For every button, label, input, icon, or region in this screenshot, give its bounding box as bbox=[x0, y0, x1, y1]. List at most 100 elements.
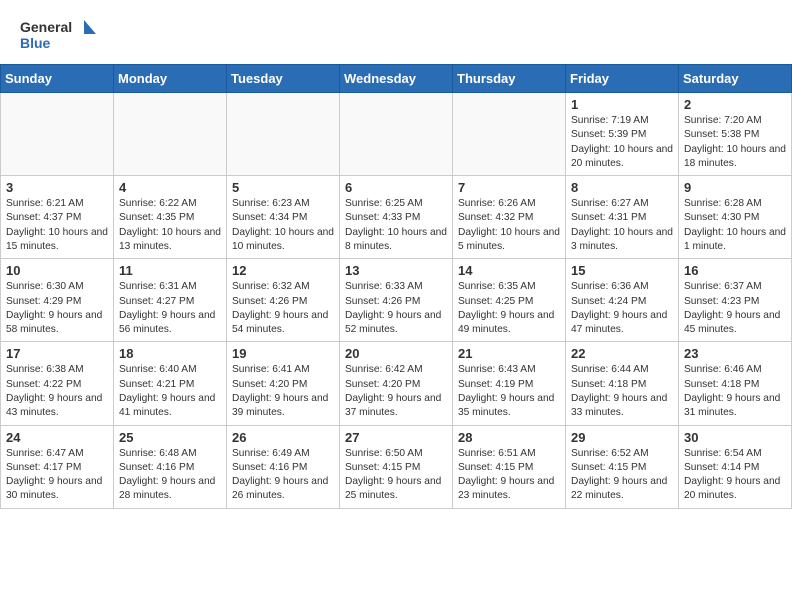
day-info: Sunrise: 6:30 AM Sunset: 4:29 PM Dayligh… bbox=[6, 280, 108, 337]
calendar-cell: 26 Sunrise: 6:49 AM Sunset: 4:16 PM Dayli… bbox=[227, 425, 340, 508]
day-number: 2 bbox=[684, 97, 786, 112]
day-info: Sunrise: 6:38 AM Sunset: 4:22 PM Dayligh… bbox=[6, 363, 108, 420]
calendar-cell: 20 Sunrise: 6:42 AM Sunset: 4:20 PM Dayli… bbox=[340, 342, 453, 425]
day-info: Sunrise: 6:50 AM Sunset: 4:15 PM Dayligh… bbox=[345, 447, 447, 504]
calendar-cell: 27Sunrise: 6:50 AM Sunset: 4:15 PM Dayli… bbox=[340, 425, 453, 508]
calendar-cell: 23 Sunrise: 6:46 AM Sunset: 4:18 PM Dayli… bbox=[679, 342, 792, 425]
calendar-cell: 13 Sunrise: 6:33 AM Sunset: 4:26 PM Dayli… bbox=[340, 259, 453, 342]
day-number: 6 bbox=[345, 180, 447, 195]
day-number: 21 bbox=[458, 346, 560, 361]
day-info: Sunrise: 6:43 AM Sunset: 4:19 PM Dayligh… bbox=[458, 363, 560, 420]
day-info: Sunrise: 6:22 AM Sunset: 4:35 PM Dayligh… bbox=[119, 197, 221, 254]
calendar-cell bbox=[453, 93, 566, 176]
day-info: Sunrise: 6:44 AM Sunset: 4:18 PM Dayligh… bbox=[571, 363, 673, 420]
calendar-cell bbox=[227, 93, 340, 176]
calendar-cell: 9 Sunrise: 6:28 AM Sunset: 4:30 PM Daylig… bbox=[679, 176, 792, 259]
day-number: 9 bbox=[684, 180, 786, 195]
calendar-week-2: 3 Sunrise: 6:21 AM Sunset: 4:37 PM Daylig… bbox=[1, 176, 792, 259]
day-number: 17 bbox=[6, 346, 108, 361]
day-info: Sunrise: 6:42 AM Sunset: 4:20 PM Dayligh… bbox=[345, 363, 447, 420]
day-number: 18 bbox=[119, 346, 221, 361]
calendar-header-thursday: Thursday bbox=[453, 65, 566, 93]
svg-text:General: General bbox=[20, 19, 72, 35]
day-info: Sunrise: 6:28 AM Sunset: 4:30 PM Dayligh… bbox=[684, 197, 786, 254]
calendar-cell: 30 Sunrise: 6:54 AM Sunset: 4:14 PM Dayli… bbox=[679, 425, 792, 508]
day-number: 20 bbox=[345, 346, 447, 361]
day-number: 8 bbox=[571, 180, 673, 195]
svg-text:Blue: Blue bbox=[20, 35, 51, 51]
calendar-week-5: 24Sunrise: 6:47 AM Sunset: 4:17 PM Dayli… bbox=[1, 425, 792, 508]
calendar-header-sunday: Sunday bbox=[1, 65, 114, 93]
page-header: GeneralBlue bbox=[0, 0, 792, 58]
calendar-header-saturday: Saturday bbox=[679, 65, 792, 93]
day-number: 14 bbox=[458, 263, 560, 278]
day-number: 4 bbox=[119, 180, 221, 195]
day-number: 28 bbox=[458, 430, 560, 445]
calendar-header-row: SundayMondayTuesdayWednesdayThursdayFrid… bbox=[1, 65, 792, 93]
day-info: Sunrise: 6:25 AM Sunset: 4:33 PM Dayligh… bbox=[345, 197, 447, 254]
day-number: 30 bbox=[684, 430, 786, 445]
calendar-cell: 19 Sunrise: 6:41 AM Sunset: 4:20 PM Dayli… bbox=[227, 342, 340, 425]
calendar-header-wednesday: Wednesday bbox=[340, 65, 453, 93]
calendar-week-3: 10 Sunrise: 6:30 AM Sunset: 4:29 PM Dayli… bbox=[1, 259, 792, 342]
day-info: Sunrise: 6:51 AM Sunset: 4:15 PM Dayligh… bbox=[458, 447, 560, 504]
calendar-cell: 24Sunrise: 6:47 AM Sunset: 4:17 PM Dayli… bbox=[1, 425, 114, 508]
day-number: 22 bbox=[571, 346, 673, 361]
day-info: Sunrise: 6:46 AM Sunset: 4:18 PM Dayligh… bbox=[684, 363, 786, 420]
day-info: Sunrise: 6:37 AM Sunset: 4:23 PM Dayligh… bbox=[684, 280, 786, 337]
calendar-cell: 8 Sunrise: 6:27 AM Sunset: 4:31 PM Daylig… bbox=[566, 176, 679, 259]
calendar-cell: 4 Sunrise: 6:22 AM Sunset: 4:35 PM Daylig… bbox=[114, 176, 227, 259]
day-number: 19 bbox=[232, 346, 334, 361]
calendar-cell: 17 Sunrise: 6:38 AM Sunset: 4:22 PM Dayli… bbox=[1, 342, 114, 425]
day-number: 7 bbox=[458, 180, 560, 195]
day-number: 13 bbox=[345, 263, 447, 278]
day-info: Sunrise: 6:41 AM Sunset: 4:20 PM Dayligh… bbox=[232, 363, 334, 420]
day-number: 23 bbox=[684, 346, 786, 361]
calendar-header-monday: Monday bbox=[114, 65, 227, 93]
day-info: Sunrise: 6:54 AM Sunset: 4:14 PM Dayligh… bbox=[684, 447, 786, 504]
day-info: Sunrise: 6:21 AM Sunset: 4:37 PM Dayligh… bbox=[6, 197, 108, 254]
calendar-cell: 21 Sunrise: 6:43 AM Sunset: 4:19 PM Dayli… bbox=[453, 342, 566, 425]
logo: GeneralBlue bbox=[20, 16, 100, 54]
calendar-cell: 1Sunrise: 7:19 AM Sunset: 5:39 PM Daylig… bbox=[566, 93, 679, 176]
day-info: Sunrise: 6:33 AM Sunset: 4:26 PM Dayligh… bbox=[345, 280, 447, 337]
day-info: Sunrise: 6:47 AM Sunset: 4:17 PM Dayligh… bbox=[6, 447, 108, 504]
day-number: 26 bbox=[232, 430, 334, 445]
day-info: Sunrise: 6:27 AM Sunset: 4:31 PM Dayligh… bbox=[571, 197, 673, 254]
calendar-cell: 3 Sunrise: 6:21 AM Sunset: 4:37 PM Daylig… bbox=[1, 176, 114, 259]
calendar-week-1: 1Sunrise: 7:19 AM Sunset: 5:39 PM Daylig… bbox=[1, 93, 792, 176]
calendar-header-friday: Friday bbox=[566, 65, 679, 93]
day-info: Sunrise: 6:32 AM Sunset: 4:26 PM Dayligh… bbox=[232, 280, 334, 337]
calendar-cell bbox=[114, 93, 227, 176]
day-number: 12 bbox=[232, 263, 334, 278]
calendar-week-4: 17 Sunrise: 6:38 AM Sunset: 4:22 PM Dayli… bbox=[1, 342, 792, 425]
calendar-cell: 11Sunrise: 6:31 AM Sunset: 4:27 PM Dayli… bbox=[114, 259, 227, 342]
calendar-cell: 15Sunrise: 6:36 AM Sunset: 4:24 PM Dayli… bbox=[566, 259, 679, 342]
day-number: 15 bbox=[571, 263, 673, 278]
day-info: Sunrise: 6:26 AM Sunset: 4:32 PM Dayligh… bbox=[458, 197, 560, 254]
day-number: 16 bbox=[684, 263, 786, 278]
day-info: Sunrise: 6:35 AM Sunset: 4:25 PM Dayligh… bbox=[458, 280, 560, 337]
day-info: Sunrise: 6:52 AM Sunset: 4:15 PM Dayligh… bbox=[571, 447, 673, 504]
day-info: Sunrise: 7:20 AM Sunset: 5:38 PM Dayligh… bbox=[684, 114, 786, 171]
calendar-cell: 18 Sunrise: 6:40 AM Sunset: 4:21 PM Dayli… bbox=[114, 342, 227, 425]
day-number: 25 bbox=[119, 430, 221, 445]
calendar-cell: 22 Sunrise: 6:44 AM Sunset: 4:18 PM Dayli… bbox=[566, 342, 679, 425]
logo-svg: GeneralBlue bbox=[20, 16, 100, 54]
calendar-cell: 14 Sunrise: 6:35 AM Sunset: 4:25 PM Dayli… bbox=[453, 259, 566, 342]
calendar-cell: 2 Sunrise: 7:20 AM Sunset: 5:38 PM Daylig… bbox=[679, 93, 792, 176]
day-info: Sunrise: 6:49 AM Sunset: 4:16 PM Dayligh… bbox=[232, 447, 334, 504]
calendar-cell: 7 Sunrise: 6:26 AM Sunset: 4:32 PM Daylig… bbox=[453, 176, 566, 259]
day-info: Sunrise: 6:40 AM Sunset: 4:21 PM Dayligh… bbox=[119, 363, 221, 420]
day-number: 3 bbox=[6, 180, 108, 195]
calendar-cell bbox=[340, 93, 453, 176]
day-info: Sunrise: 6:31 AM Sunset: 4:27 PM Dayligh… bbox=[119, 280, 221, 337]
calendar-cell: 10 Sunrise: 6:30 AM Sunset: 4:29 PM Dayli… bbox=[1, 259, 114, 342]
calendar-cell: 28 Sunrise: 6:51 AM Sunset: 4:15 PM Dayli… bbox=[453, 425, 566, 508]
calendar-header-tuesday: Tuesday bbox=[227, 65, 340, 93]
calendar-cell: 25Sunrise: 6:48 AM Sunset: 4:16 PM Dayli… bbox=[114, 425, 227, 508]
day-info: Sunrise: 6:23 AM Sunset: 4:34 PM Dayligh… bbox=[232, 197, 334, 254]
calendar-cell: 6 Sunrise: 6:25 AM Sunset: 4:33 PM Daylig… bbox=[340, 176, 453, 259]
calendar-cell: 16 Sunrise: 6:37 AM Sunset: 4:23 PM Dayli… bbox=[679, 259, 792, 342]
day-number: 10 bbox=[6, 263, 108, 278]
